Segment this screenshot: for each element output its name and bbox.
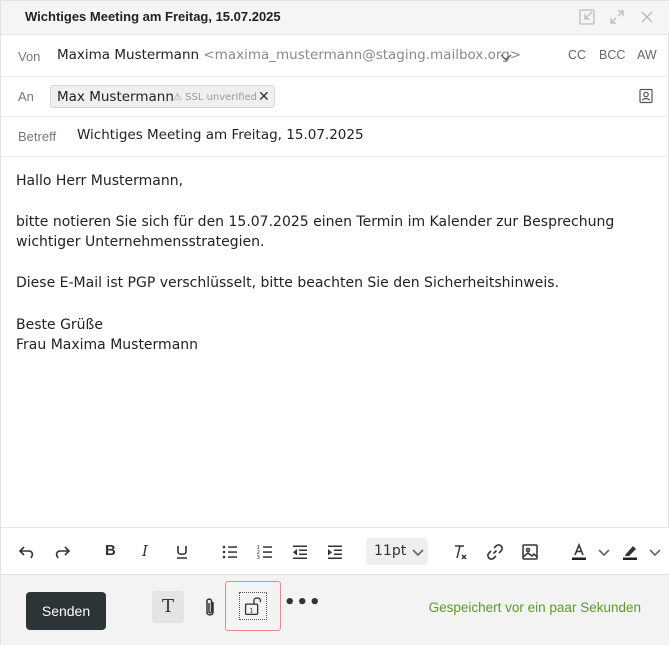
attachment-icon[interactable] bbox=[202, 596, 218, 620]
body-line: Hallo Herr Mustermann, bbox=[16, 173, 184, 189]
recipient-chip[interactable]: Max Mustermann ⚠ SSL unverified ✕ bbox=[50, 85, 275, 108]
unlocked-padlock-icon: 1 bbox=[244, 597, 262, 616]
subject-input[interactable]: Wichtiges Meeting am Freitag, 15.07.2025 bbox=[77, 127, 364, 143]
indent-icon[interactable] bbox=[325, 542, 345, 562]
chevron-down-icon[interactable] bbox=[597, 545, 611, 559]
font-size-select[interactable]: 11pt bbox=[366, 538, 428, 565]
to-label: An bbox=[18, 89, 34, 104]
clear-format-icon[interactable] bbox=[450, 542, 470, 562]
image-icon[interactable] bbox=[520, 542, 540, 562]
encryption-toggle[interactable]: 1 bbox=[239, 592, 267, 620]
numbered-list-icon[interactable]: 123 bbox=[255, 542, 275, 562]
redo-icon[interactable] bbox=[52, 542, 72, 562]
svg-text:1: 1 bbox=[249, 607, 253, 615]
from-sender[interactable]: Maxima Mustermann <maxima_mustermann@sta… bbox=[57, 47, 521, 63]
font-size-value: 11pt bbox=[374, 543, 407, 559]
remove-recipient-icon[interactable]: ✕ bbox=[258, 89, 270, 105]
expand-icon[interactable] bbox=[607, 7, 627, 27]
aw-button[interactable]: AW bbox=[637, 48, 657, 62]
outdent-icon[interactable] bbox=[290, 542, 310, 562]
chevron-down-icon bbox=[411, 545, 425, 559]
save-status: Gespeichert vor ein paar Sekunden bbox=[428, 600, 641, 615]
text-color-icon[interactable] bbox=[569, 542, 589, 562]
from-name: Maxima Mustermann bbox=[57, 47, 200, 63]
svg-text:3: 3 bbox=[257, 555, 261, 561]
from-email: <maxima_mustermann@staging.mailbox.org> bbox=[203, 47, 522, 63]
format-toolbar: B I 123 11pt bbox=[1, 527, 669, 574]
window-title: Wichtiges Meeting am Freitag, 15.07.2025 bbox=[25, 9, 281, 24]
encryption-highlight: 1 bbox=[225, 581, 281, 631]
subject-label: Betreff bbox=[18, 129, 57, 144]
ssl-warning-badge: ⚠ SSL unverified bbox=[173, 92, 258, 103]
from-row: Von Maxima Mustermann <maxima_mustermann… bbox=[1, 36, 669, 77]
address-book-icon[interactable] bbox=[638, 88, 654, 104]
compose-footer: Senden T 1 ••• Gespeichert vor ein paar … bbox=[1, 574, 669, 645]
link-icon[interactable] bbox=[485, 542, 505, 562]
body-line: bitte notieren Sie sich für den 15.07.20… bbox=[16, 214, 615, 230]
bullet-list-icon[interactable] bbox=[220, 542, 240, 562]
from-label: Von bbox=[18, 49, 41, 64]
undo-icon[interactable] bbox=[17, 542, 37, 562]
chevron-down-icon[interactable] bbox=[648, 545, 662, 559]
compose-window: Wichtiges Meeting am Freitag, 15.07.2025… bbox=[0, 0, 669, 645]
close-icon[interactable] bbox=[637, 7, 657, 27]
chevron-down-icon[interactable] bbox=[499, 50, 513, 64]
more-options-icon[interactable]: ••• bbox=[284, 592, 322, 613]
cc-button[interactable]: CC bbox=[568, 48, 586, 62]
body-line: Diese E-Mail ist PGP verschlüsselt, bitt… bbox=[16, 275, 560, 291]
minimize-icon[interactable] bbox=[577, 7, 597, 27]
italic-icon[interactable]: I bbox=[142, 542, 148, 560]
send-button[interactable]: Senden bbox=[26, 592, 106, 630]
bcc-button[interactable]: BCC bbox=[599, 48, 625, 62]
recipient-name: Max Mustermann bbox=[57, 89, 174, 105]
body-line: Beste Grüße bbox=[16, 317, 103, 333]
underline-icon[interactable] bbox=[172, 542, 192, 562]
text-format-toggle[interactable]: T bbox=[152, 591, 184, 623]
body-line: Frau Maxima Mustermann bbox=[16, 337, 199, 353]
highlight-icon[interactable] bbox=[620, 542, 640, 562]
bold-icon[interactable]: B bbox=[105, 542, 116, 559]
body-line: wichtiger Unternehmensstrategien. bbox=[16, 234, 265, 250]
title-bar: Wichtiges Meeting am Freitag, 15.07.2025 bbox=[1, 1, 669, 35]
